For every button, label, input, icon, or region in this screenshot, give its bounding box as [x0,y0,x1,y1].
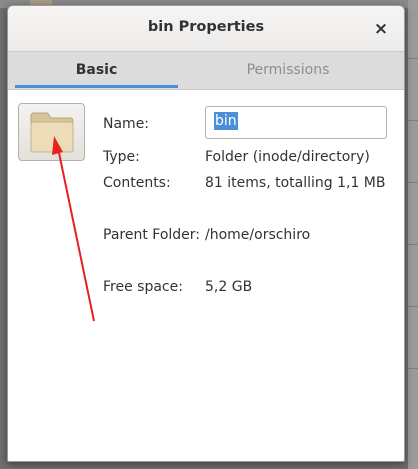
free-space-label: Free space: [103,279,183,295]
name-input[interactable]: bin [205,106,387,139]
tab-permissions-label: Permissions [246,62,330,78]
type-value: Folder (inode/directory) [205,149,370,165]
tab-basic-label: Basic [75,62,118,78]
close-icon: × [373,19,389,39]
dialog-titlebar: bin Properties × [8,6,404,52]
contents-value: 81 items, totalling 1,1 MB [205,175,386,191]
folder-icon [30,112,74,153]
name-label: Name: [103,116,150,132]
type-label: Type: [103,149,140,165]
folder-icon-button[interactable] [18,103,85,161]
background-window-edge [408,0,418,469]
tab-permissions[interactable]: Permissions [178,52,398,90]
name-input-value: bin [214,112,238,130]
basic-tab-content: Name: bin Type: Folder (inode/directory)… [8,90,404,460]
dialog-title: bin Properties [147,19,265,35]
tab-basic[interactable]: Basic [15,52,178,90]
tab-bar: Basic Permissions [8,52,404,90]
active-tab-indicator [15,85,178,88]
properties-dialog: bin Properties × Basic Permissions Name:… [7,5,405,462]
contents-label: Contents: [103,175,171,191]
parent-folder-value: /home/orschiro [205,227,311,243]
parent-folder-label: Parent Folder: [103,227,201,243]
close-button[interactable]: × [370,18,392,40]
free-space-value: 5,2 GB [205,279,253,295]
